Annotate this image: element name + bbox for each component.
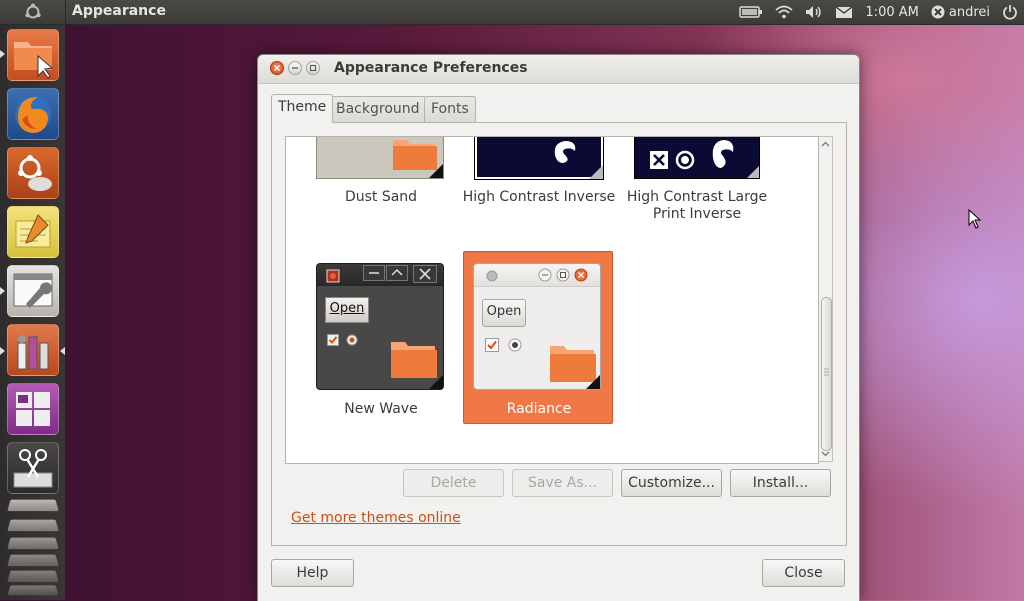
maximize-icon <box>309 64 317 72</box>
mouse-pointer-icon <box>968 209 982 229</box>
minimize-icon <box>538 268 552 282</box>
text-editor-launcher[interactable] <box>7 206 59 258</box>
user-menu[interactable]: andrei <box>931 5 990 20</box>
close-icon <box>413 265 437 283</box>
user-status-icon <box>931 5 945 19</box>
radio-icon <box>508 338 522 352</box>
preview-open-button: Open <box>482 299 526 327</box>
minimize-icon <box>292 67 298 69</box>
radio-icon <box>346 334 358 346</box>
scrollbar-thumb[interactable] <box>821 297 832 451</box>
minimize-icon <box>363 265 385 281</box>
screenshot-launcher[interactable] <box>7 442 59 494</box>
delete-button[interactable]: Delete <box>403 469 504 497</box>
top-panel: Appearance 1:00 AM andrei <box>0 0 1024 25</box>
close-icon <box>273 64 281 72</box>
window-maximize-button[interactable] <box>306 61 320 75</box>
scroll-down-arrow-icon[interactable] <box>821 451 830 457</box>
clock[interactable]: 1:00 AM <box>865 5 918 20</box>
theme-preview-new-wave[interactable]: Open <box>316 263 444 390</box>
radio-large-icon <box>675 150 695 170</box>
system-settings-launcher[interactable] <box>7 265 59 317</box>
appearance-preferences-window: Appearance Preferences Theme Background … <box>257 54 860 601</box>
gnome-foot-icon <box>554 141 576 163</box>
mail-icon[interactable] <box>835 5 853 19</box>
active-indicator <box>60 347 65 355</box>
running-indicator <box>0 347 5 355</box>
notepad-icon <box>15 214 51 248</box>
ubuntu-one-launcher[interactable] <box>7 147 59 199</box>
scissors-icon <box>13 449 53 488</box>
window-minimize-button[interactable] <box>288 61 302 75</box>
theme-preview-dust-sand[interactable] <box>316 137 444 179</box>
dash-button[interactable] <box>0 0 66 24</box>
window-title: Appearance Preferences <box>334 60 528 76</box>
toolbox-icon <box>17 335 49 370</box>
indicator-area: 1:00 AM andrei <box>739 0 1018 24</box>
theme-gallery[interactable]: Dust Sand High Contrast Inverse High Con… <box>285 136 819 464</box>
user-name: andrei <box>948 4 990 20</box>
launcher <box>0 25 66 600</box>
maximize-icon <box>556 268 570 282</box>
checkbox-large-icon <box>650 151 668 169</box>
maximize-icon <box>386 265 408 281</box>
gnome-foot-icon <box>712 140 734 168</box>
theme-preview-high-contrast-large-print-inverse[interactable] <box>634 137 760 179</box>
app-title: Appearance <box>72 3 166 19</box>
folder-icon <box>391 342 437 378</box>
close-icon <box>574 268 588 282</box>
customize-button[interactable]: Customize... <box>621 469 722 497</box>
theme-label-high-contrast-inverse: High Contrast Inverse <box>462 189 616 205</box>
theme-label-radiance: Radiance <box>506 401 572 417</box>
running-indicator <box>0 287 5 295</box>
tab-theme[interactable]: Theme <box>271 94 334 123</box>
running-indicator <box>0 50 5 58</box>
scroll-up-arrow-icon[interactable] <box>821 141 830 147</box>
tab-background[interactable]: Background <box>329 96 427 122</box>
home-folder-launcher[interactable] <box>7 29 59 81</box>
firefox-icon <box>15 96 51 133</box>
get-more-themes-link[interactable]: Get more themes online <box>291 510 461 526</box>
grip-icon <box>824 368 829 376</box>
help-button[interactable]: Help <box>271 559 354 587</box>
tab-fonts[interactable]: Fonts <box>424 96 476 122</box>
window-close-button[interactable] <box>270 61 284 75</box>
volume-icon[interactable] <box>805 5 823 19</box>
install-button[interactable]: Install... <box>730 469 831 497</box>
close-icon <box>326 269 340 283</box>
launcher-overflow-stack[interactable] <box>7 498 59 598</box>
preview-open-button: Open <box>325 297 369 323</box>
gallery-scrollbar[interactable] <box>819 136 833 462</box>
firefox-launcher[interactable] <box>7 88 59 140</box>
save-as-button[interactable]: Save As... <box>512 469 613 497</box>
checkbox-icon <box>327 334 339 346</box>
window-titlebar[interactable]: Appearance Preferences <box>258 55 859 84</box>
ubuntu-logo-icon <box>24 3 41 19</box>
theme-label-high-contrast-large-print-inverse: High Contrast Large Print Inverse <box>626 189 768 222</box>
checkbox-icon <box>485 338 499 352</box>
ubuntu-one-icon <box>18 155 52 191</box>
theme-label-dust-sand: Dust Sand <box>344 189 418 205</box>
system-tools-launcher[interactable] <box>7 324 59 376</box>
wifi-icon[interactable] <box>775 5 794 19</box>
window-dot-icon <box>486 270 498 282</box>
wrench-window-icon <box>13 273 53 308</box>
workspaces-icon <box>16 392 50 426</box>
theme-label-new-wave: New Wave <box>344 401 418 417</box>
battery-icon[interactable] <box>739 5 763 19</box>
power-icon[interactable] <box>1002 4 1018 20</box>
theme-preview-high-contrast-inverse[interactable] <box>474 137 604 180</box>
theme-preview-radiance[interactable]: Open <box>473 263 601 390</box>
workspace-switcher-launcher[interactable] <box>7 383 59 435</box>
folder-icon <box>14 42 54 79</box>
close-button[interactable]: Close <box>762 559 845 587</box>
